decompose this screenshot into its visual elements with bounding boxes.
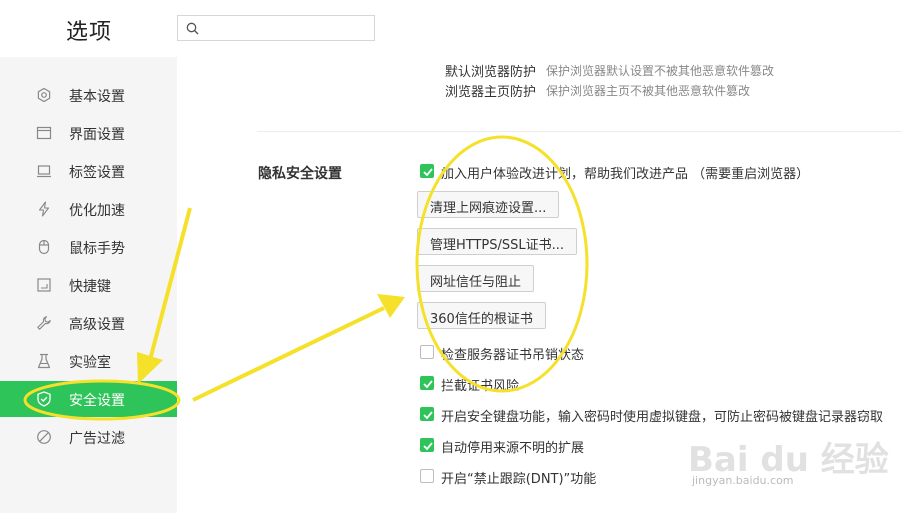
flask-icon: [37, 353, 51, 369]
privacy-section-title: 隐私安全设置: [258, 166, 342, 182]
watermark-url: jingyan.baidu.com: [692, 474, 794, 487]
sidebar-item-advanced[interactable]: 高级设置: [0, 305, 177, 341]
window-icon: [36, 126, 52, 140]
keyboard-icon: [37, 278, 51, 292]
sidebar-item-basic[interactable]: 基本设置: [0, 77, 177, 113]
homepage-protection-desc: 保护浏览器主页不被其他恶意软件篡改: [546, 84, 751, 98]
sidebar-item-security[interactable]: 安全设置: [0, 381, 177, 417]
tab-icon: [37, 165, 51, 178]
sidebar-item-label: 高级设置: [69, 317, 125, 333]
sidebar: 基本设置 界面设置 标签设置 优化加速 鼠标手势 快捷键 高级设置 实验室 安全…: [0, 57, 177, 513]
checkbox-unchecked[interactable]: [420, 345, 434, 359]
manage-https-button[interactable]: 管理HTTPS/SSL证书...: [417, 228, 578, 255]
header: 选项: [0, 0, 902, 57]
search-icon: [186, 22, 199, 35]
url-trust-button[interactable]: 网址信任与阻止: [417, 265, 535, 292]
page-title: 选项: [66, 20, 113, 45]
sidebar-item-label: 广告过滤: [69, 431, 125, 447]
sidebar-item-label: 快捷键: [69, 279, 111, 295]
checkbox-checked[interactable]: [420, 164, 434, 178]
checkbox-label: 开启安全键盘功能，输入密码时使用虚拟键盘，可防止密码被键盘记录器窃取: [441, 410, 884, 425]
sidebar-item-label: 界面设置: [69, 127, 125, 143]
checkbox-checked[interactable]: [420, 438, 434, 452]
search-input[interactable]: [177, 15, 375, 41]
clear-traces-button[interactable]: 清理上网痕迹设置...: [417, 191, 560, 218]
mouse-icon: [38, 239, 50, 255]
sidebar-item-label: 鼠标手势: [69, 241, 125, 257]
sidebar-item-tabs[interactable]: 标签设置: [0, 153, 177, 189]
sidebar-item-label: 基本设置: [69, 89, 125, 105]
sidebar-item-optimize[interactable]: 优化加速: [0, 191, 177, 227]
sidebar-item-lab[interactable]: 实验室: [0, 343, 177, 379]
sidebar-item-label: 实验室: [69, 355, 111, 371]
checkbox-checked[interactable]: [420, 407, 434, 421]
checkbox-unchecked[interactable]: [420, 469, 434, 483]
shield-icon: [37, 391, 51, 407]
sidebar-item-label: 安全设置: [69, 393, 125, 409]
homepage-protection-label: 浏览器主页防护: [445, 85, 537, 100]
block-icon: [37, 430, 51, 444]
sidebar-item-shortcuts[interactable]: 快捷键: [0, 267, 177, 303]
wrench-icon: [37, 316, 51, 330]
gear-icon: [37, 87, 51, 103]
root-cert-button[interactable]: 360信任的根证书: [417, 302, 546, 329]
sidebar-item-mouse[interactable]: 鼠标手势: [0, 229, 177, 265]
sidebar-item-label: 优化加速: [69, 203, 125, 219]
checkbox-label: 开启“禁止跟踪(DNT)”功能: [441, 472, 597, 487]
default-browser-protection-label: 默认浏览器防护: [445, 65, 537, 80]
checkbox-checked[interactable]: [420, 376, 434, 390]
checkbox-label: 自动停用来源不明的扩展: [441, 441, 585, 456]
divider: [257, 131, 902, 132]
default-browser-protection-desc: 保护浏览器默认设置不被其他恶意软件篡改: [546, 64, 775, 78]
checkbox-label: 加入用户体验改进计划，帮助我们改进产品 （需要重启浏览器）: [441, 167, 810, 182]
checkbox-label: 检查服务器证书吊销状态: [441, 348, 585, 363]
checkbox-label: 拦截证书风险: [441, 379, 520, 394]
sidebar-item-label: 标签设置: [69, 165, 125, 181]
sidebar-item-adblock[interactable]: 广告过滤: [0, 419, 177, 455]
lightning-icon: [38, 201, 50, 217]
sidebar-item-interface[interactable]: 界面设置: [0, 115, 177, 151]
